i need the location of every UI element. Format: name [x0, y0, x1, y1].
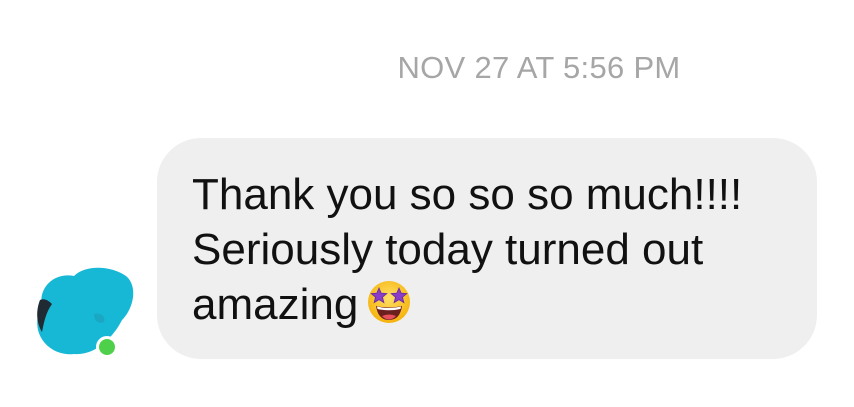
message-timestamp: NOV 27 AT 5:56 PM: [397, 50, 681, 85]
message-bubble[interactable]: Thank you so so so much!!!! Seriously to…: [157, 138, 817, 359]
message-thread: NOV 27 AT 5:56 PM Thank you so so so muc…: [0, 0, 854, 407]
message-line: Thank you so so so much!!!!: [192, 170, 743, 219]
star-struck-emoji-icon: [366, 279, 412, 338]
message-text: Thank you so so so much!!!! Seriously to…: [192, 167, 797, 338]
message-line: Seriously today turned out: [192, 225, 704, 274]
message-line-text: amazing: [192, 280, 359, 329]
online-status-indicator: [96, 336, 118, 358]
message-line-last: amazing: [192, 277, 797, 338]
avatar-icon: [37, 267, 134, 355]
sender-avatar[interactable]: [34, 266, 136, 358]
